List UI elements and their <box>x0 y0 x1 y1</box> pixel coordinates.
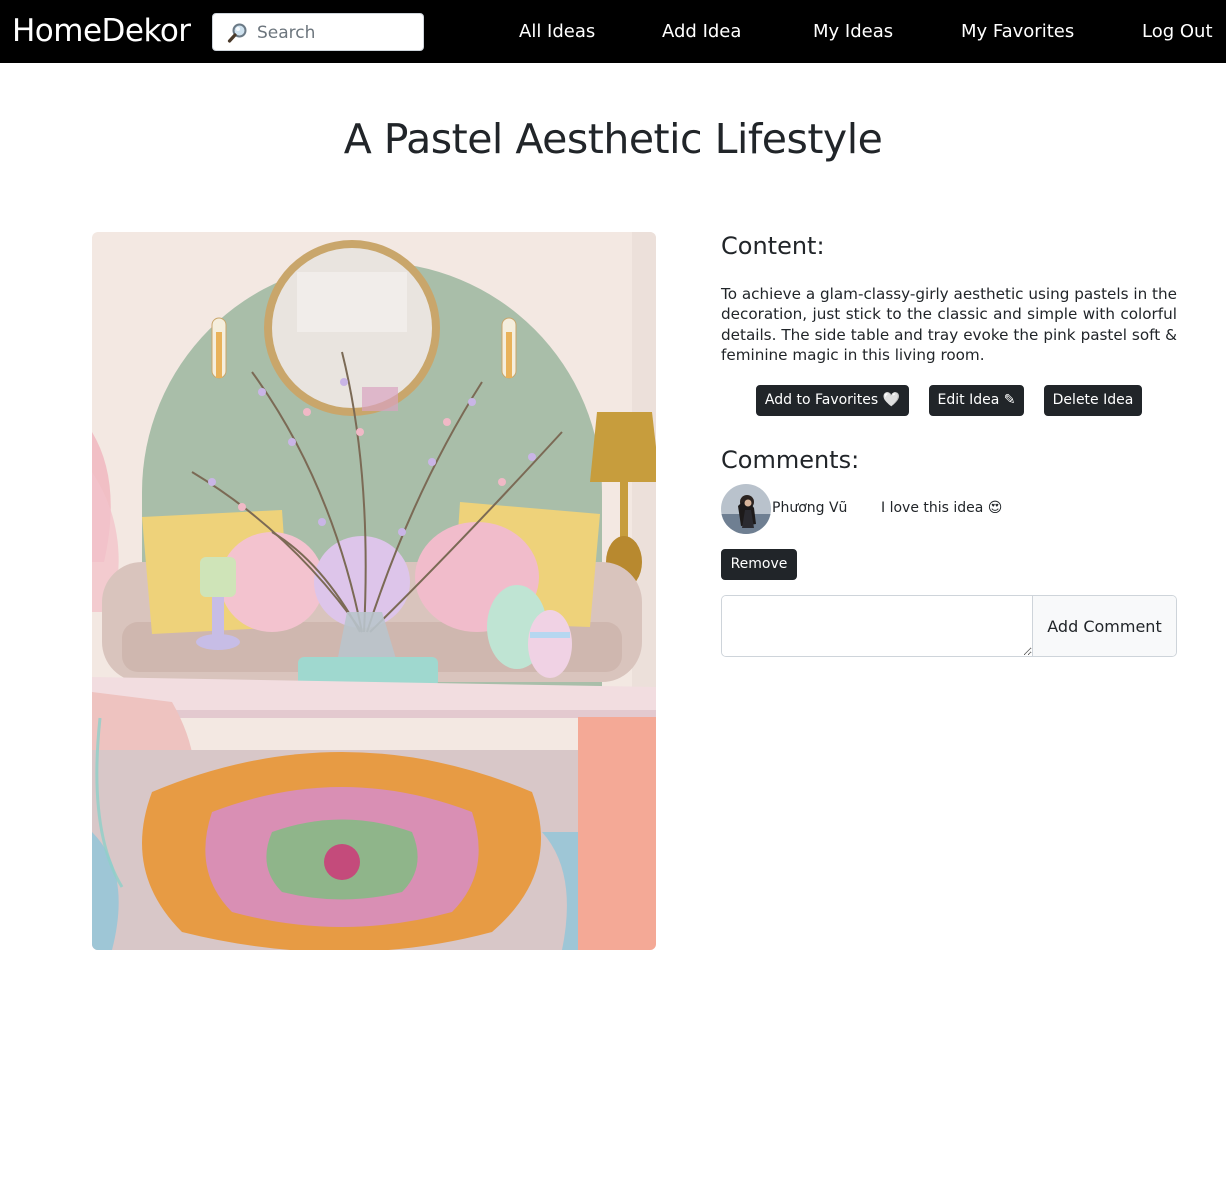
idea-content: To achieve a glam-classy-girly aesthetic… <box>721 285 1177 365</box>
page-title: A Pastel Aesthetic Lifestyle <box>343 115 883 163</box>
comment-username[interactable]: Phương Vũ <box>772 499 847 517</box>
nav-my-ideas[interactable]: My Ideas <box>813 19 893 45</box>
add-to-favorites-button[interactable]: Add to Favorites 🤍 <box>756 385 909 416</box>
nav-add-idea[interactable]: Add Idea <box>662 19 741 45</box>
brand-logo[interactable]: HomeDekor <box>12 12 191 50</box>
top-navbar: HomeDekor All Ideas Add Idea My Ideas My… <box>0 0 1226 63</box>
content-heading: Content: <box>721 232 825 260</box>
search-icon <box>227 23 247 43</box>
avatar <box>721 484 771 534</box>
search-box[interactable] <box>212 13 424 51</box>
delete-idea-button[interactable]: Delete Idea <box>1044 385 1142 416</box>
comments-heading: Comments: <box>721 446 860 474</box>
remove-comment-button[interactable]: Remove <box>721 549 797 580</box>
comment-text: I love this idea 😍 <box>881 500 1003 516</box>
add-comment-form: Add Comment <box>721 595 1177 657</box>
search-input[interactable] <box>257 21 417 45</box>
pastel-living-room-photo <box>92 232 656 950</box>
comment-textarea[interactable] <box>722 596 1033 656</box>
user-avatar-photo <box>721 484 771 534</box>
idea-image <box>92 232 656 950</box>
comment-item: Phương Vũ I love this idea 😍 <box>721 484 1177 534</box>
nav-my-favorites[interactable]: My Favorites <box>961 19 1074 45</box>
nav-log-out[interactable]: Log Out <box>1142 19 1213 45</box>
edit-idea-button[interactable]: Edit Idea ✎ <box>929 385 1024 416</box>
nav-all-ideas[interactable]: All Ideas <box>519 19 595 45</box>
add-comment-button[interactable]: Add Comment <box>1033 596 1176 656</box>
